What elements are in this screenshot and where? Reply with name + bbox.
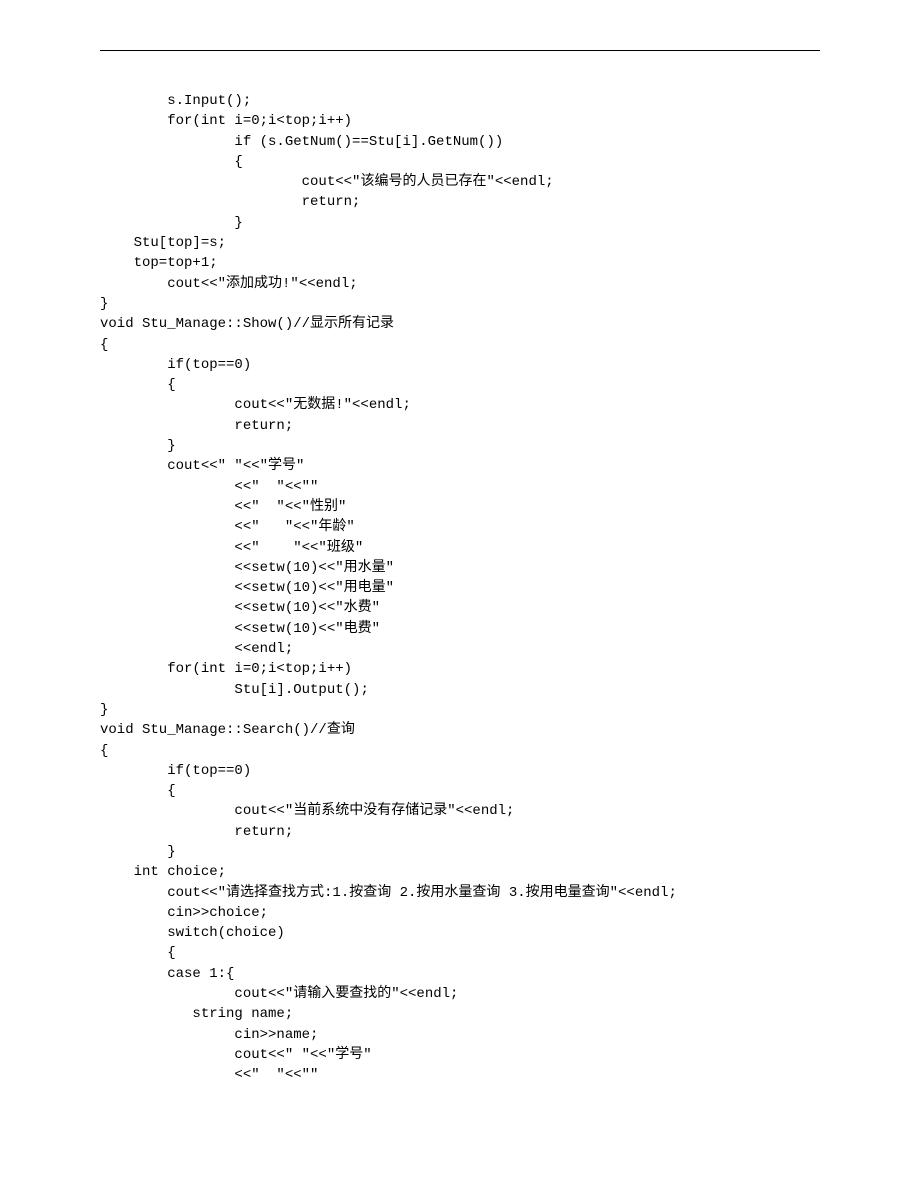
code-block: s.Input(); for(int i=0;i<top;i++) if (s.… (100, 91, 820, 1086)
top-rule (100, 50, 820, 51)
document-page: s.Input(); for(int i=0;i<top;i++) if (s.… (0, 0, 920, 1191)
